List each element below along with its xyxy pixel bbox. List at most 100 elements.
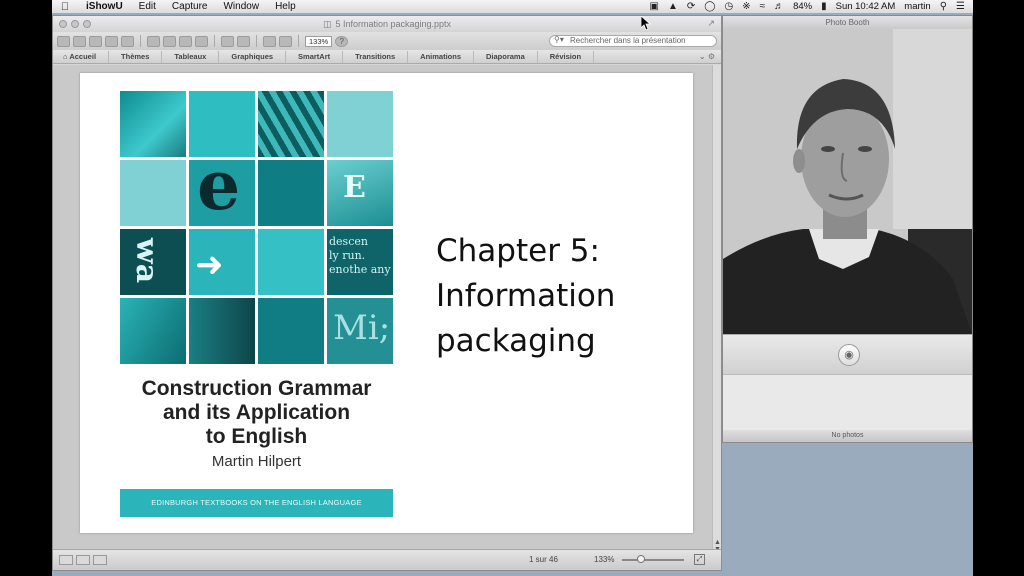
menu-window[interactable]: Window [215,1,267,12]
book-cover-image: e E wa ➜ descen ly run. enothe any Mi; C… [120,91,393,517]
search-input[interactable]: ⚲▾ Rechercher dans la présentation [549,35,717,47]
arrow-graphic: ➜ [195,245,224,285]
bluetooth-icon[interactable]: ※ [742,1,750,12]
copy-icon[interactable] [163,35,176,47]
menu-capture[interactable]: Capture [164,1,216,12]
slide-title[interactable]: Chapter 5: Information packaging [436,229,676,364]
battery-icon[interactable]: ▮ [821,1,827,12]
ribbon-tabs: ⌂ Accueil Thèmes Tableaux Graphiques Sma… [53,50,721,64]
page-count: 1 sur 46 [529,555,558,564]
slides-icon[interactable] [263,35,276,47]
standard-toolbar: 133% ? ⚲▾ Rechercher dans la présentatio… [53,32,721,50]
status-area: ▣ ▲ ⟳ ◯ ◷ ※ ≈ ♬ 84% ▮ Sun 10:42 AM marti… [650,1,974,12]
open-icon[interactable] [89,35,102,47]
slide[interactable]: e E wa ➜ descen ly run. enothe any Mi; C… [80,73,693,533]
toolbar-separator [256,35,257,47]
sync-icon[interactable]: ⟳ [687,1,695,12]
format-painter-icon[interactable] [195,35,208,47]
paste-icon[interactable] [179,35,192,47]
take-photo-camera-icon[interactable]: ◉ [838,344,860,366]
cover-tile [120,91,186,157]
tab-smartart[interactable]: SmartArt [286,50,344,63]
photo-booth-window: Photo Booth ◉ No photos [722,15,973,443]
photo-strip [723,374,972,430]
cover-tile: e [189,160,255,226]
desktop:  iShowU Edit Capture Window Help ▣ ▲ ⟳ … [52,0,973,576]
fit-window-icon[interactable]: ⤢ [694,554,705,565]
book-title: Construction Grammar and its Application… [141,377,372,448]
zoom-level: 133% [594,555,615,564]
sorter-view-button[interactable] [76,555,90,565]
new-doc-icon[interactable] [57,35,70,47]
photo-booth-title[interactable]: Photo Booth [723,16,972,29]
tab-themes[interactable]: Thèmes [109,50,163,63]
time-machine-icon[interactable]: ◷ [724,1,733,12]
cut-icon[interactable] [147,35,160,47]
photo-status: No photos [723,430,972,442]
ribbon-options-icon[interactable]: ⌄ ⚙ [699,52,721,61]
tab-graphiques[interactable]: Graphiques [219,50,287,63]
minimize-button[interactable] [71,20,79,28]
book-author: Martin Hilpert [211,453,302,470]
fullscreen-icon[interactable]: ↗ [707,18,715,29]
photo-booth-controls: ◉ [723,334,972,374]
apple-icon[interactable]:  [52,1,78,13]
normal-view-button[interactable] [59,555,73,565]
toolbar-separator [214,35,215,47]
zoom-slider-knob[interactable] [637,555,645,563]
template-icon[interactable] [73,35,86,47]
help-icon[interactable]: ? [335,35,349,47]
gallery-icon[interactable] [279,35,292,47]
cover-tile [258,298,324,364]
powerpoint-window: ◫ 5 Information packaging.pptx ↗ 133% ? [52,15,722,571]
tab-tableaux[interactable]: Tableaux [162,50,220,63]
zoom-button[interactable] [83,20,91,28]
tab-revision[interactable]: Révision [538,50,595,63]
cover-tile: wa [120,229,186,295]
cover-tile [258,91,324,157]
zoom-field[interactable]: 133% [305,35,333,47]
user-name[interactable]: martin [904,1,930,12]
menu-edit[interactable]: Edit [131,1,164,12]
clock[interactable]: Sun 10:42 AM [836,1,896,12]
spotlight-search-icon[interactable]: ⚲ [940,1,947,12]
print-icon[interactable] [121,35,134,47]
toolbar-separator [140,35,141,47]
webcam-person-image [723,29,972,334]
toolbar-separator [298,35,299,47]
menu-help[interactable]: Help [267,1,304,12]
window-titlebar[interactable]: ◫ 5 Information packaging.pptx ↗ [53,16,721,32]
cover-tile [189,91,255,157]
tab-accueil[interactable]: ⌂ Accueil [53,50,110,63]
book-series: EDINBURGH TEXTBOOKS ON THE ENGLISH LANGU… [120,489,393,517]
cover-tile [120,160,186,226]
battery-percent[interactable]: 84% [793,1,812,12]
shield-icon[interactable]: ◯ [704,1,715,12]
slideshow-view-button[interactable] [93,555,107,565]
tab-diaporama[interactable]: Diaporama [474,50,538,63]
cover-tile [258,160,324,226]
cover-tile: E [327,160,393,226]
cover-tile [258,229,324,295]
notification-list-icon[interactable]: ☰ [956,1,965,12]
cover-tile: descen ly run. enothe any [327,229,393,295]
volume-icon[interactable]: ♬ [774,1,784,12]
doc-icon: ◫ [322,18,332,29]
vertical-scrollbar[interactable]: ▲▼ [712,65,721,555]
drive-icon[interactable]: ▲ [668,1,678,12]
redo-icon[interactable] [237,35,250,47]
tab-transitions[interactable]: Transitions [343,50,409,63]
cover-tile [189,298,255,364]
menu-app-name[interactable]: iShowU [78,1,131,12]
status-bar: 1 sur 46 133% ⤢ [53,549,721,570]
cover-mosaic: e E wa ➜ descen ly run. enothe any Mi; [120,91,393,369]
save-icon[interactable] [105,35,118,47]
mouse-cursor-icon [641,16,651,30]
display-icon[interactable]: ▣ [650,1,659,12]
close-button[interactable] [59,20,67,28]
cover-tile [327,91,393,157]
tab-animations[interactable]: Animations [408,50,474,63]
wifi-icon[interactable]: ≈ [760,1,766,12]
zoom-slider[interactable] [622,559,684,561]
undo-icon[interactable] [221,35,234,47]
